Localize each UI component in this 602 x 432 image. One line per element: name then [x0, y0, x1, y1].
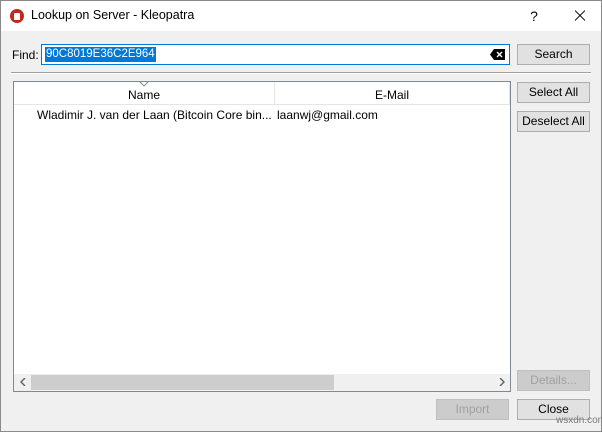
scroll-left-icon[interactable] — [14, 374, 31, 391]
cell-name: Wladimir J. van der Laan (Bitcoin Core b… — [37, 108, 271, 122]
table-row[interactable]: Wladimir J. van der Laan (Bitcoin Core b… — [14, 106, 510, 124]
details-button[interactable]: Details... — [517, 370, 590, 391]
clear-input-icon[interactable] — [490, 49, 505, 60]
kleopatra-app-icon — [10, 9, 24, 23]
select-all-button[interactable]: Select All — [517, 82, 590, 103]
window-title: Lookup on Server - Kleopatra — [31, 8, 195, 22]
deselect-all-button[interactable]: Deselect All — [517, 111, 590, 132]
title-bar: Lookup on Server - Kleopatra ? — [1, 1, 601, 31]
column-header-name[interactable]: Name — [14, 82, 275, 105]
find-label: Find: — [12, 48, 39, 62]
scrollbar-thumb[interactable] — [31, 375, 334, 390]
table-header: Name E-Mail — [14, 82, 510, 105]
column-header-name-label: Name — [127, 88, 160, 102]
search-button[interactable]: Search — [517, 44, 590, 65]
import-button[interactable]: Import — [436, 399, 509, 420]
scroll-right-icon[interactable] — [493, 374, 510, 391]
help-button[interactable]: ? — [519, 1, 549, 31]
find-input[interactable]: 90C8019E36C2E964 — [41, 44, 510, 65]
horizontal-scrollbar[interactable] — [14, 374, 510, 391]
find-input-value: 90C8019E36C2E964 — [45, 47, 156, 62]
lookup-dialog: Lookup on Server - Kleopatra ? Find: 90C… — [0, 0, 602, 432]
column-header-email-label: E-Mail — [374, 88, 409, 102]
column-header-email[interactable]: E-Mail — [275, 82, 510, 105]
close-window-icon[interactable] — [561, 1, 601, 31]
separator — [11, 72, 591, 74]
cell-email: laanwj@gmail.com — [277, 108, 378, 122]
watermark: wsxdn.com — [556, 415, 602, 426]
sort-indicator-icon — [139, 82, 149, 87]
results-table[interactable]: Name E-Mail Wladimir J. van der Laan (Bi… — [13, 81, 511, 392]
